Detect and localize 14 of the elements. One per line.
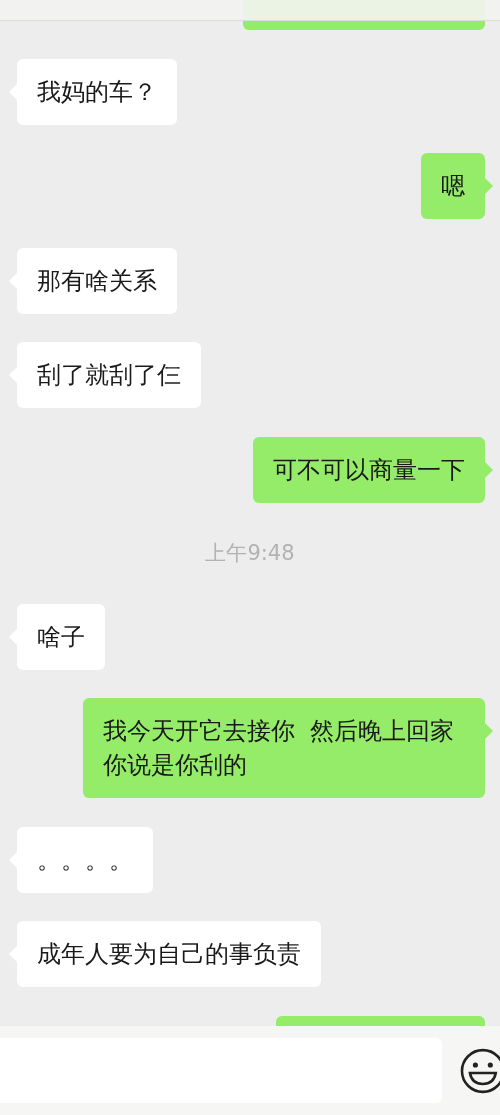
message-bubble: 我妈的车？ <box>17 58 177 125</box>
bubble-tail <box>485 461 493 478</box>
message-bubble: 嗯 <box>421 153 485 220</box>
message-bubble: 可不可以商量一下 <box>253 436 485 503</box>
message-bubble: 啥子 <box>17 603 105 670</box>
message-bubble: 成年人要为自己的事负责 <box>17 921 321 988</box>
emoji-icon[interactable] <box>460 1047 500 1094</box>
message-bubble: 我今天开它去接你 然后晚上回家你说是你刮的 <box>83 698 485 799</box>
bubble-tail <box>485 723 493 740</box>
bubble-tail <box>485 178 493 195</box>
timestamp: 上午9:48 <box>205 540 295 565</box>
message-bubble: 刮了就刮了仨 <box>17 342 201 409</box>
message-bubble: 那有啥关系 <box>17 247 177 314</box>
message-bubble: 。。。。 <box>17 826 153 893</box>
